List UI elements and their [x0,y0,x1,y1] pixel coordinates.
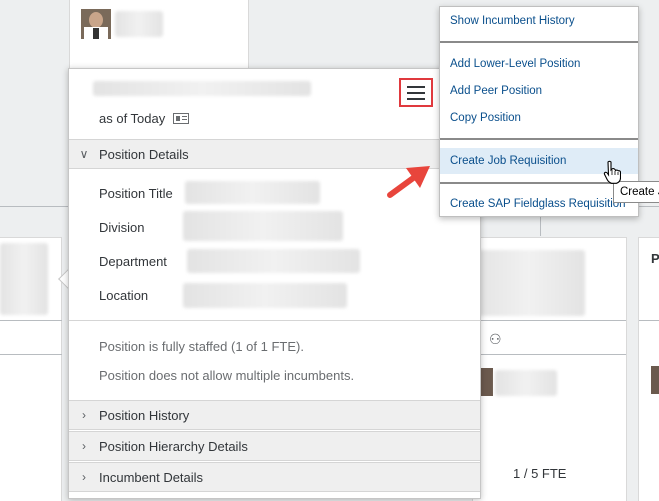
menu-item-add-lower-level-position[interactable]: Add Lower-Level Position [440,51,638,77]
chevron-right-icon: › [82,439,86,453]
incumbency-note: Position does not allow multiple incumbe… [99,368,355,383]
menu-separator [440,41,638,43]
middle-position-card[interactable]: ⚇ 1 / 5 FTE [472,237,627,501]
section-position-history[interactable]: › Position History [69,400,480,430]
menu-item-add-peer-position[interactable]: Add Peer Position [440,78,638,104]
menu-item-copy-position[interactable]: Copy Position [440,105,638,131]
avatar [81,9,111,39]
position-action-menu: Show Incumbent History Add Lower-Level P… [439,6,639,217]
right-position-card[interactable]: P [638,237,659,501]
chevron-right-icon: › [82,408,86,422]
section-position-hierarchy[interactable]: › Position Hierarchy Details [69,431,480,461]
red-arrow-icon [387,166,430,198]
position-quickcard-popover: as of Today ∨ Position Details Position … [68,68,481,499]
section-incumbent-details[interactable]: › Incumbent Details [69,462,480,492]
chevron-right-icon: › [82,470,86,484]
field-label-department: Department [99,254,167,269]
menu-item-create-fieldglass-requisition[interactable]: Create SAP Fieldglass Requisition [440,191,638,217]
fte-label: 1 / 5 FTE [513,466,567,481]
hand-cursor-icon [603,160,621,184]
hamburger-icon [407,85,425,88]
tooltip: Create J [613,181,659,203]
menu-item-show-incumbent-history[interactable]: Show Incumbent History [440,8,638,34]
as-of-date: as of Today [99,111,190,126]
avatar [651,366,659,394]
org-unit-icon[interactable]: ⚇ [489,331,502,348]
position-name-redacted [93,81,311,96]
chevron-down-icon: ∨ [79,147,89,161]
calendar-card-icon[interactable] [173,113,190,124]
field-label-location: Location [99,288,149,303]
field-label-position-title: Position Title [99,186,173,201]
right-card-title: P [651,251,659,266]
action-menu-button[interactable] [399,78,433,107]
staffing-note: Position is fully staffed (1 of 1 FTE). [99,339,304,354]
top-position-card[interactable] [69,0,249,70]
field-label-division: Division [99,220,145,235]
menu-separator [440,138,638,140]
